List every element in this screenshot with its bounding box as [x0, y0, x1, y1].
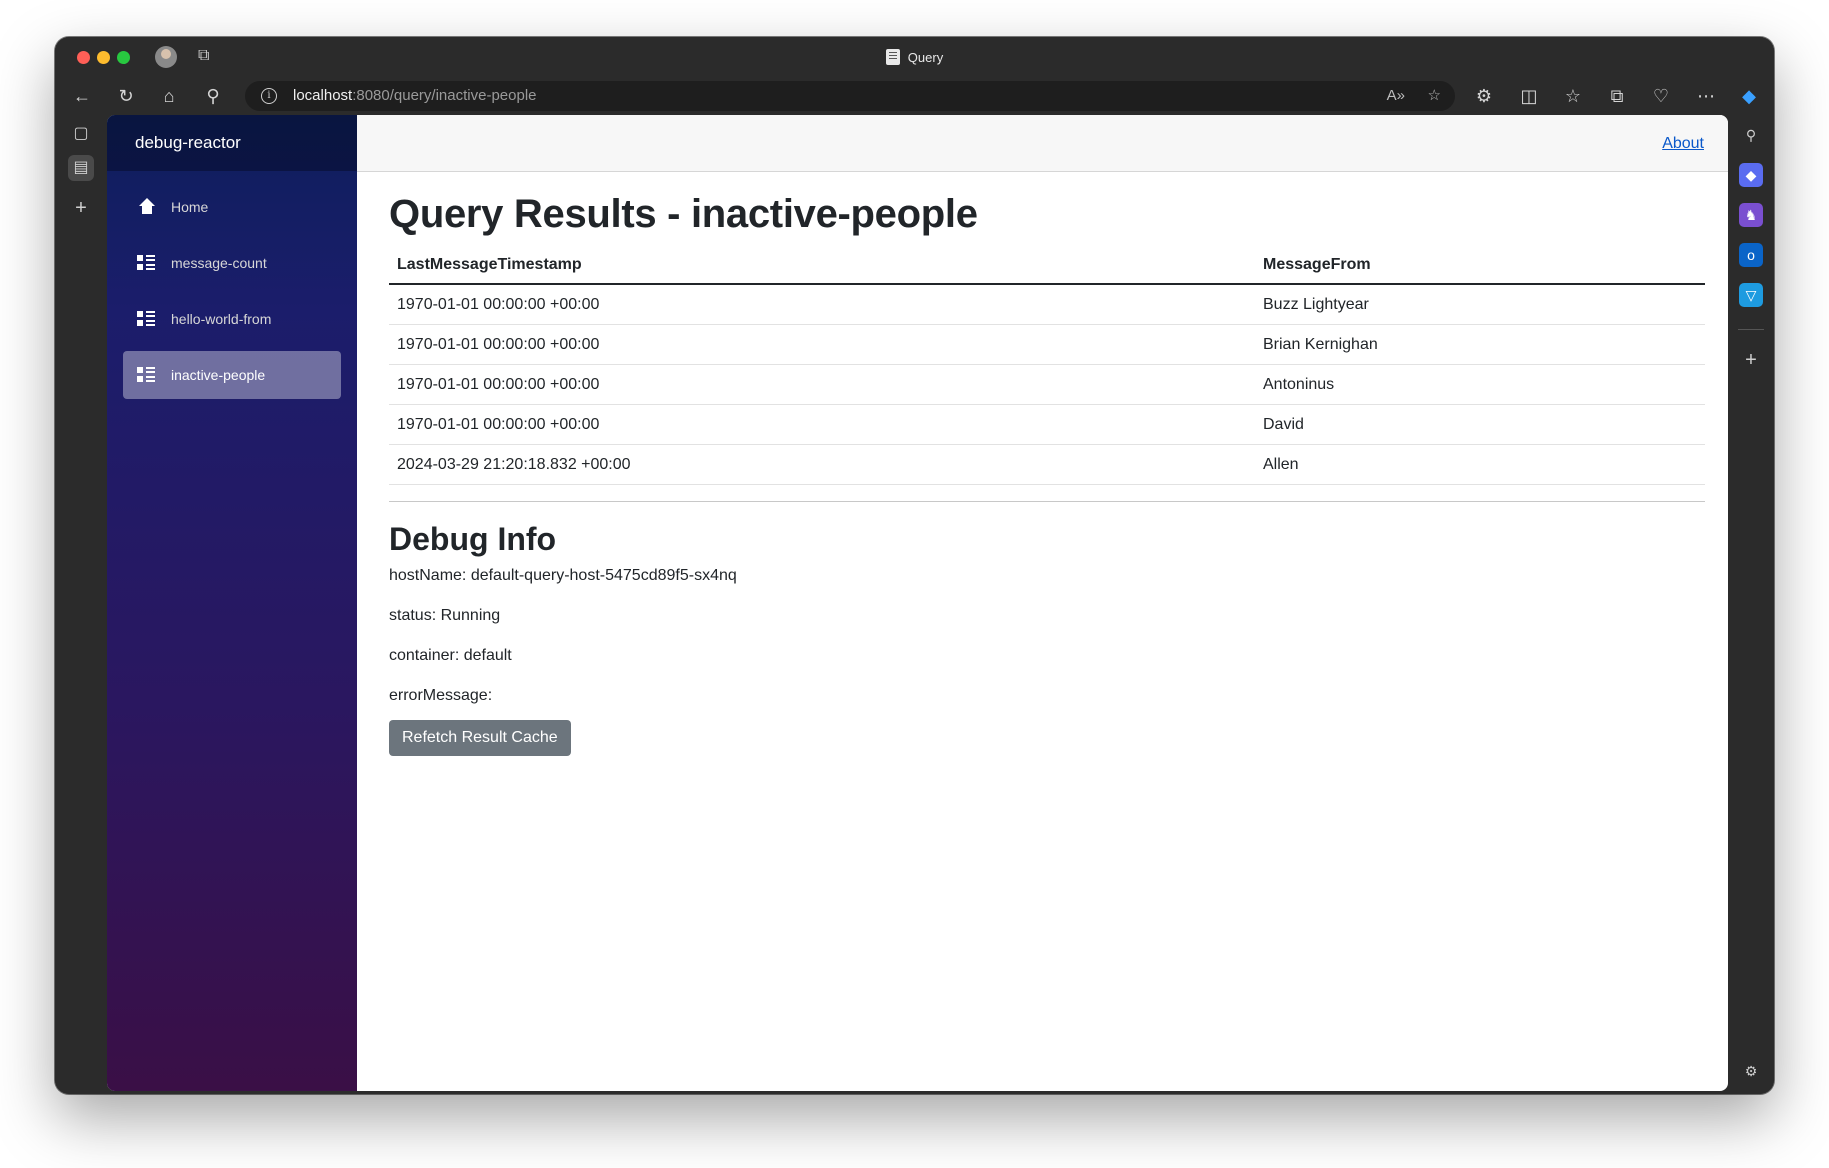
table-cell: Brian Kernighan: [1255, 324, 1705, 365]
home-icon: [137, 198, 155, 216]
column-header: MessageFrom: [1255, 246, 1705, 285]
debug-error-message: errorMessage:: [389, 687, 493, 705]
games-icon[interactable]: ♞: [1739, 203, 1763, 227]
table-cell: David: [1255, 404, 1705, 445]
results-table: LastMessageTimestamp MessageFrom 1970-01…: [389, 246, 1705, 485]
table-cell: 1970-01-01 00:00:00 +00:00: [389, 404, 1255, 445]
sidebar-item-label: hello-world-from: [171, 311, 272, 327]
list-icon: [137, 310, 155, 328]
browser-essentials-icon[interactable]: ♡: [1646, 81, 1676, 111]
favorites-icon[interactable]: ☆: [1558, 81, 1588, 111]
divider: [389, 501, 1705, 502]
debug-info-heading: Debug Info: [389, 521, 557, 557]
table-cell: 1970-01-01 00:00:00 +00:00: [389, 364, 1255, 405]
sidebar-item-label: message-count: [171, 255, 267, 271]
app-sidebar: debug-reactor Home message-count hello-w…: [107, 115, 357, 1091]
debug-container: container: default: [389, 647, 512, 665]
tab-title: Query: [907, 49, 944, 65]
sidebar-item-home[interactable]: Home: [123, 183, 341, 231]
new-tab-icon[interactable]: +: [68, 195, 94, 221]
sidebar-settings-icon[interactable]: ⚙: [1739, 1059, 1763, 1083]
sidebar-item-message-count[interactable]: message-count: [123, 239, 341, 287]
table-cell: 1970-01-01 00:00:00 +00:00: [389, 324, 1255, 365]
workspaces-icon[interactable]: ⧉: [198, 47, 209, 65]
collections-icon[interactable]: ⧉: [1602, 81, 1632, 111]
table-row: 2024-03-29 21:20:18.832 +00:00 Allen: [389, 444, 1705, 485]
list-icon: [137, 254, 155, 272]
sidebar-item-label: Home: [171, 199, 209, 215]
sidebar-item-hello-world-from[interactable]: hello-world-from: [123, 295, 341, 343]
page-icon: [885, 49, 900, 65]
debug-status: status: Running: [389, 607, 501, 625]
column-header: LastMessageTimestamp: [389, 246, 1255, 285]
add-sidebar-app-icon[interactable]: +: [1739, 348, 1763, 372]
table-cell: Buzz Lightyear: [1255, 284, 1705, 325]
sidebar-search-icon[interactable]: ⚲: [1739, 123, 1763, 147]
vertical-tabs-strip: ▢ ▤ +: [55, 115, 107, 1094]
close-window-button[interactable]: [77, 51, 90, 64]
table-header-row: LastMessageTimestamp MessageFrom: [389, 246, 1705, 285]
debug-hostname: hostName: default-query-host-5475cd89f5-…: [389, 567, 737, 585]
favorite-star-icon[interactable]: ☆: [1428, 81, 1441, 111]
address-bar[interactable]: i localhost:8080/query/inactive-people A…: [245, 81, 1455, 111]
table-cell: 1970-01-01 00:00:00 +00:00: [389, 284, 1255, 325]
about-link[interactable]: About: [1662, 135, 1704, 153]
outlook-icon[interactable]: o: [1739, 243, 1763, 267]
sidebar-item-label: inactive-people: [171, 367, 266, 383]
active-tab: Query: [55, 37, 1774, 77]
main-content: About Query Results - inactive-people La…: [357, 115, 1728, 1091]
refetch-result-cache-button[interactable]: Refetch Result Cache: [389, 720, 571, 757]
top-bar: About: [357, 115, 1728, 172]
home-icon[interactable]: ⌂: [154, 81, 184, 111]
drop-icon[interactable]: ▽: [1739, 283, 1763, 307]
title-bar: ⧉ Query: [55, 37, 1774, 77]
table-cell: Antoninus: [1255, 364, 1705, 405]
table-row: 1970-01-01 00:00:00 +00:00 Buzz Lightyea…: [389, 284, 1705, 325]
site-info-icon[interactable]: i: [261, 88, 277, 104]
minimize-window-button[interactable]: [97, 51, 110, 64]
more-menu-icon[interactable]: ⋯: [1691, 81, 1721, 111]
table-row: 1970-01-01 00:00:00 +00:00 Brian Kernigh…: [389, 324, 1705, 365]
vertical-tab-query[interactable]: ▤: [68, 155, 94, 181]
search-icon[interactable]: ⚲: [198, 81, 228, 111]
table-row: 1970-01-01 00:00:00 +00:00 David: [389, 404, 1705, 445]
table-cell: 2024-03-29 21:20:18.832 +00:00: [389, 444, 1255, 485]
profile-avatar-icon[interactable]: [155, 46, 177, 68]
sidebar-item-inactive-people[interactable]: inactive-people: [123, 351, 341, 399]
refresh-icon[interactable]: ↻: [111, 81, 141, 111]
page-title: Query Results - inactive-people: [389, 192, 978, 236]
table-cell: Allen: [1255, 444, 1705, 485]
page-viewport: debug-reactor Home message-count hello-w…: [107, 115, 1728, 1091]
browser-toolbar: ← ↻ ⌂ ⚲ i localhost:8080/query/inactive-…: [55, 77, 1774, 115]
list-icon: [137, 366, 155, 384]
tab-actions-icon[interactable]: ▢: [68, 121, 94, 147]
extensions-icon[interactable]: ⚙: [1469, 81, 1499, 111]
split-screen-icon[interactable]: ◫: [1514, 81, 1544, 111]
copilot-icon[interactable]: ◆: [1734, 81, 1764, 111]
shopping-tag-icon[interactable]: ◆: [1739, 163, 1763, 187]
brand-name[interactable]: debug-reactor: [135, 133, 241, 153]
url-text[interactable]: localhost:8080/query/inactive-people: [293, 81, 537, 111]
maximize-window-button[interactable]: [117, 51, 130, 64]
browser-window: ⧉ Query ← ↻ ⌂ ⚲ i localhost:8080/query/i…: [55, 37, 1774, 1094]
edge-sidebar: ⚲ ◆ ♞ o ▽ + ⚙: [1728, 115, 1774, 1094]
sidebar-divider: [1738, 329, 1764, 330]
brand-bar: debug-reactor: [107, 115, 357, 171]
back-icon[interactable]: ←: [67, 81, 97, 111]
read-aloud-icon[interactable]: A»: [1387, 81, 1405, 111]
table-row: 1970-01-01 00:00:00 +00:00 Antoninus: [389, 364, 1705, 405]
content-area: Query Results - inactive-people LastMess…: [357, 172, 1728, 757]
